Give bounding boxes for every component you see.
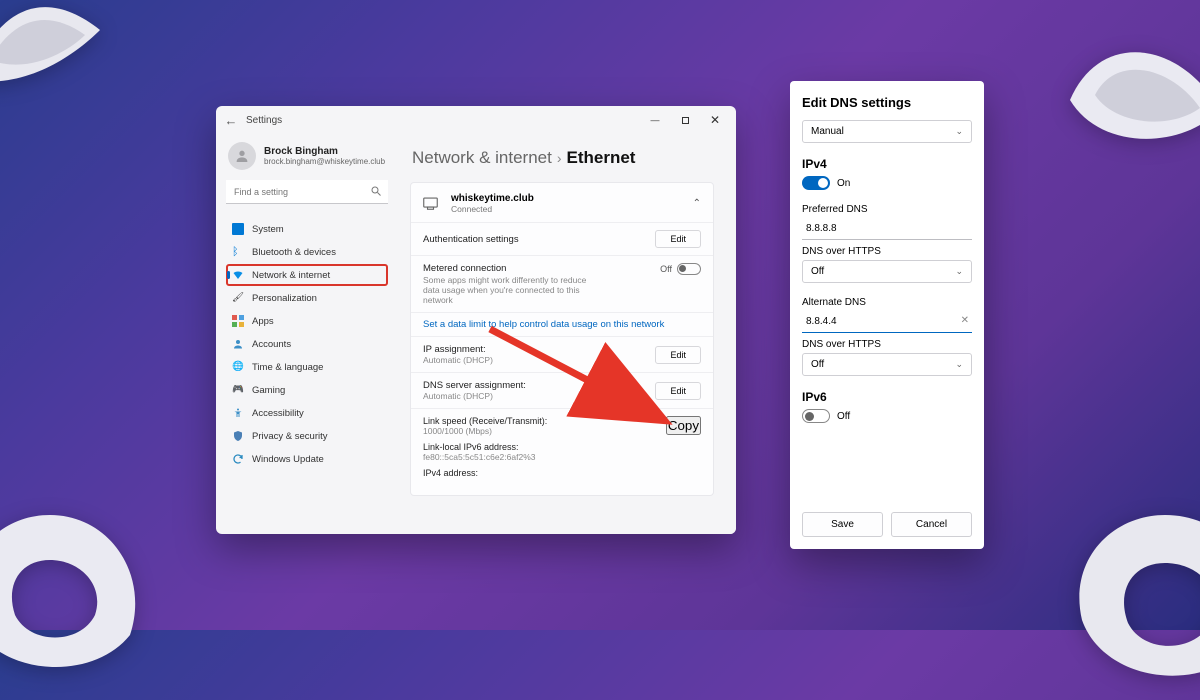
nav-accounts[interactable]: Accounts (226, 333, 388, 355)
accessibility-icon (232, 407, 244, 419)
doh2-select[interactable]: Off ⌄ (802, 353, 972, 376)
sidebar: Brock Bingham brock.bingham@whiskeytime.… (216, 134, 398, 534)
nav-accessibility[interactable]: Accessibility (226, 402, 388, 424)
chevron-down-icon: ⌄ (955, 126, 963, 137)
save-button[interactable]: Save (802, 512, 883, 537)
brush-icon: 🖌 (232, 292, 244, 304)
preferred-dns-label: Preferred DNS (802, 204, 972, 215)
settings-window: ← Settings — ✕ Brock Bingham brock.bingh… (216, 106, 736, 534)
ipv4-state: On (837, 178, 850, 189)
maximize-button[interactable] (670, 108, 700, 132)
ipv6-toggle[interactable] (802, 409, 830, 423)
ll6-label: Link-local IPv6 address: (423, 442, 666, 452)
search-input[interactable] (226, 180, 388, 204)
metered-desc: Some apps might work differently to redu… (423, 275, 593, 305)
ipv6-section-label: IPv6 (802, 390, 972, 404)
bluetooth-icon: ᛒ (232, 246, 244, 258)
dialog-title: Edit DNS settings (802, 95, 972, 110)
sync-icon (232, 453, 244, 465)
nav-gaming[interactable]: 🎮Gaming (226, 379, 388, 401)
minimize-button[interactable]: — (640, 108, 670, 132)
doh1-select[interactable]: Off ⌄ (802, 260, 972, 283)
close-button[interactable]: ✕ (700, 108, 730, 132)
network-header[interactable]: whiskeytime.club Connected ⌃ (411, 193, 713, 222)
decoration-bottom-left (0, 505, 150, 690)
breadcrumb-current: Ethernet (567, 148, 636, 167)
decoration-top-right (1060, 30, 1200, 165)
gamepad-icon: 🎮 (232, 384, 244, 396)
breadcrumb: Network & internet › Ethernet (412, 148, 714, 168)
clear-input-button[interactable]: ✕ (961, 315, 969, 326)
breadcrumb-parent[interactable]: Network & internet (412, 148, 552, 167)
decoration-top-left (0, 0, 120, 115)
doh1-label: DNS over HTTPS (802, 246, 972, 257)
shield-icon (232, 430, 244, 442)
ethernet-icon (423, 197, 441, 211)
preferred-dns-input[interactable] (802, 218, 972, 240)
metered-row: Metered connection Some apps might work … (411, 255, 713, 312)
nav-time[interactable]: 🌐Time & language (226, 356, 388, 378)
back-button[interactable]: ← (222, 113, 240, 128)
metered-state: Off (660, 264, 672, 274)
chevron-up-icon: ⌃ (693, 198, 701, 209)
person-icon (232, 338, 244, 350)
auth-edit-button[interactable]: Edit (655, 230, 701, 248)
auth-label: Authentication settings (423, 234, 655, 245)
network-name: whiskeytime.club (451, 193, 534, 204)
search-wrapper (226, 180, 388, 204)
user-name: Brock Bingham (264, 146, 385, 157)
nav-personalization[interactable]: 🖌Personalization (226, 287, 388, 309)
wifi-icon (232, 269, 244, 281)
globe-icon: 🌐 (232, 361, 244, 373)
user-email: brock.bingham@whiskeytime.club (264, 157, 385, 166)
display-icon (232, 223, 244, 235)
user-profile[interactable]: Brock Bingham brock.bingham@whiskeytime.… (228, 142, 386, 170)
ll6-value: fe80::5ca5:5c51:c6e2:6af2%3 (423, 452, 666, 462)
auth-row: Authentication settings Edit (411, 222, 713, 255)
metered-label: Metered connection (423, 263, 660, 274)
edit-dns-dialog: Edit DNS settings Manual ⌄ IPv4 On Prefe… (790, 81, 984, 549)
apps-icon (232, 315, 244, 327)
chevron-right-icon: › (557, 150, 562, 166)
window-titlebar: ← Settings — ✕ (216, 106, 736, 134)
network-status: Connected (451, 204, 534, 214)
annotation-arrow (486, 325, 676, 429)
metered-toggle[interactable] (677, 263, 701, 275)
chevron-down-icon: ⌄ (955, 359, 963, 370)
window-title: Settings (246, 115, 282, 126)
nav-network[interactable]: Network & internet (226, 264, 388, 286)
dns-mode-select[interactable]: Manual ⌄ (802, 120, 972, 143)
avatar (228, 142, 256, 170)
search-icon (370, 185, 382, 197)
nav-bluetooth[interactable]: ᛒBluetooth & devices (226, 241, 388, 263)
ipv4-toggle[interactable] (802, 176, 830, 190)
doh2-label: DNS over HTTPS (802, 339, 972, 350)
nav-system[interactable]: System (226, 218, 388, 240)
alternate-dns-label: Alternate DNS (802, 297, 972, 308)
ipv4-section-label: IPv4 (802, 157, 972, 171)
nav-privacy[interactable]: Privacy & security (226, 425, 388, 447)
ip4-label: IPv4 address: (423, 468, 666, 478)
nav-update[interactable]: Windows Update (226, 448, 388, 470)
nav-apps[interactable]: Apps (226, 310, 388, 332)
decoration-bottom-right (1060, 505, 1200, 700)
chevron-down-icon: ⌄ (955, 266, 963, 277)
alternate-dns-input[interactable] (802, 311, 972, 333)
cancel-button[interactable]: Cancel (891, 512, 972, 537)
nav-list: System ᛒBluetooth & devices Network & in… (226, 218, 388, 470)
ipv6-state: Off (837, 411, 850, 422)
